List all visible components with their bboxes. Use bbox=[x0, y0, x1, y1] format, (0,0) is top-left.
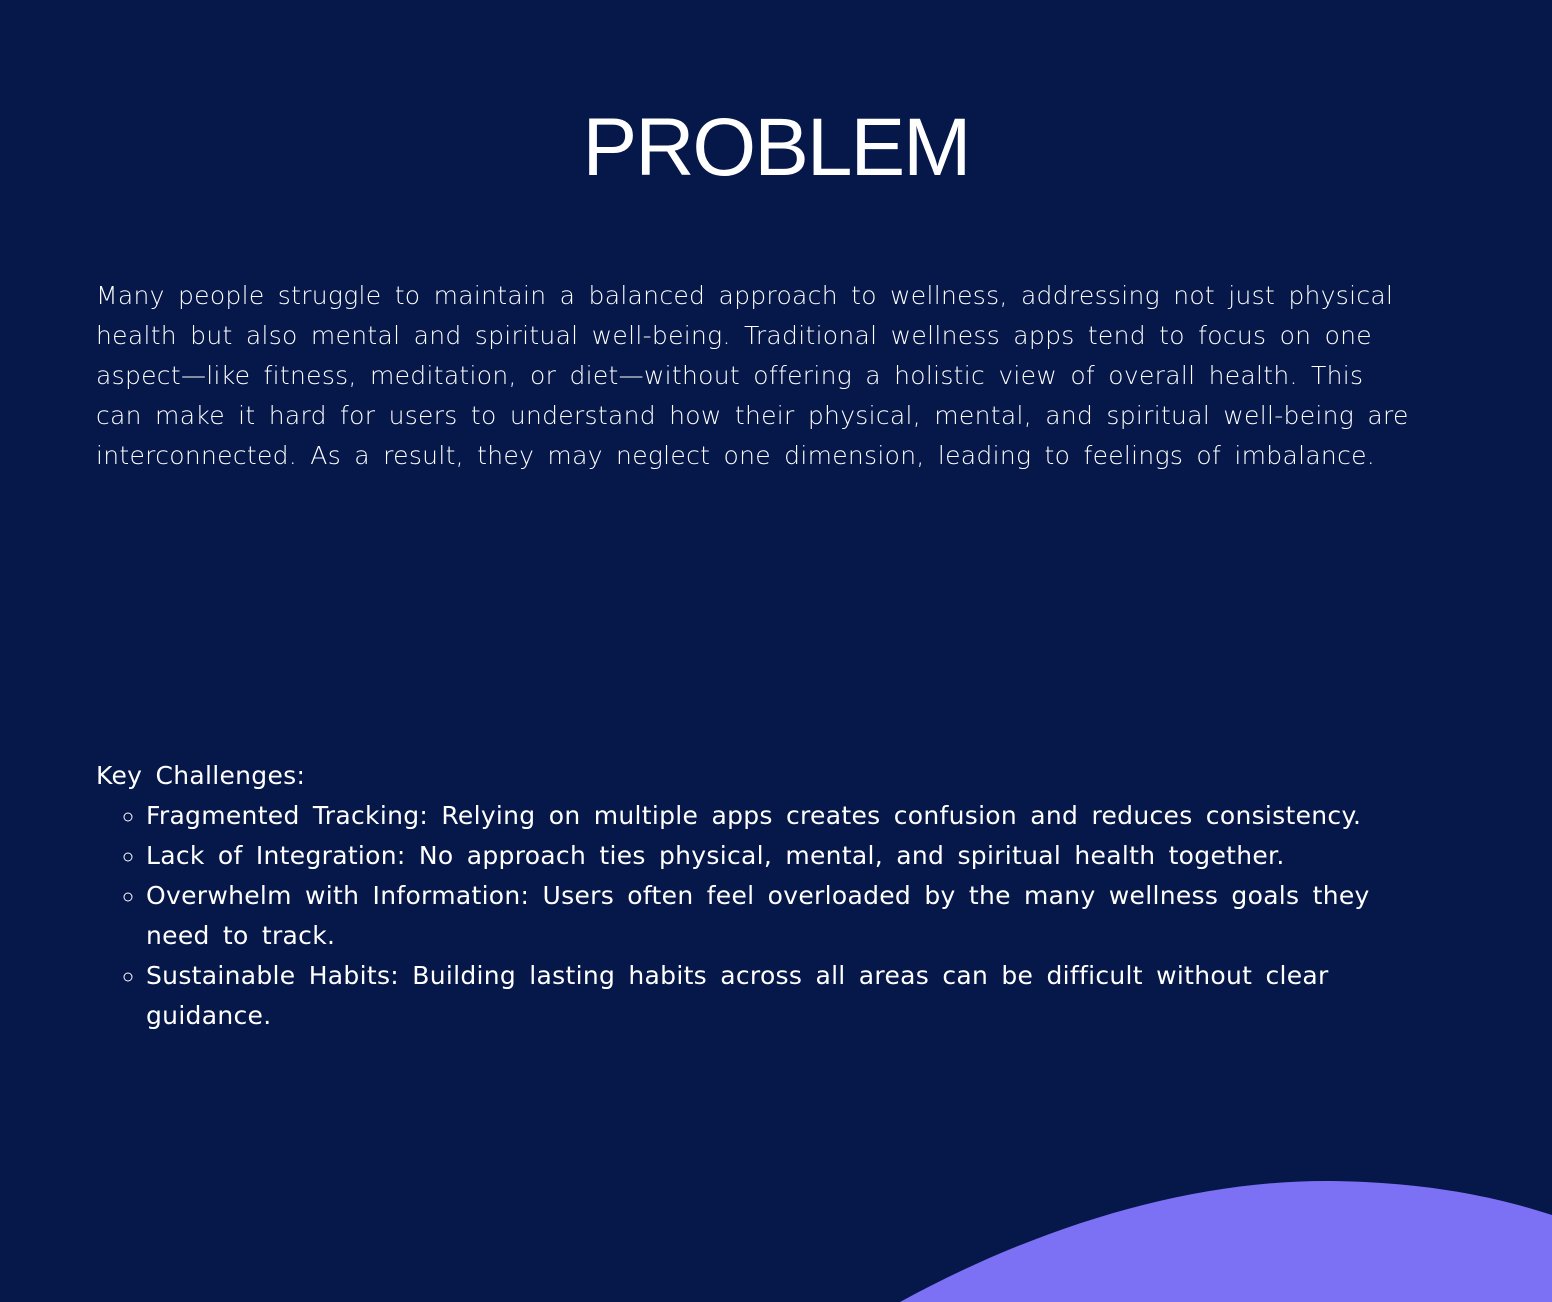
page-title: PROBLEM bbox=[582, 102, 972, 193]
key-challenges-section: Key Challenges: Fragmented Tracking: Rel… bbox=[96, 756, 1426, 1036]
list-item: Overwhelm with Information: Users often … bbox=[146, 876, 1426, 956]
list-item: Fragmented Tracking: Relying on multiple… bbox=[146, 796, 1426, 836]
challenges-list: Fragmented Tracking: Relying on multiple… bbox=[96, 796, 1426, 1036]
intro-paragraph: Many people struggle to maintain a balan… bbox=[96, 281, 1409, 470]
list-item: Lack of Integration: No approach ties ph… bbox=[146, 836, 1426, 876]
list-item: Sustainable Habits: Building lasting hab… bbox=[146, 956, 1426, 1036]
key-challenges-heading: Key Challenges: bbox=[96, 761, 306, 790]
